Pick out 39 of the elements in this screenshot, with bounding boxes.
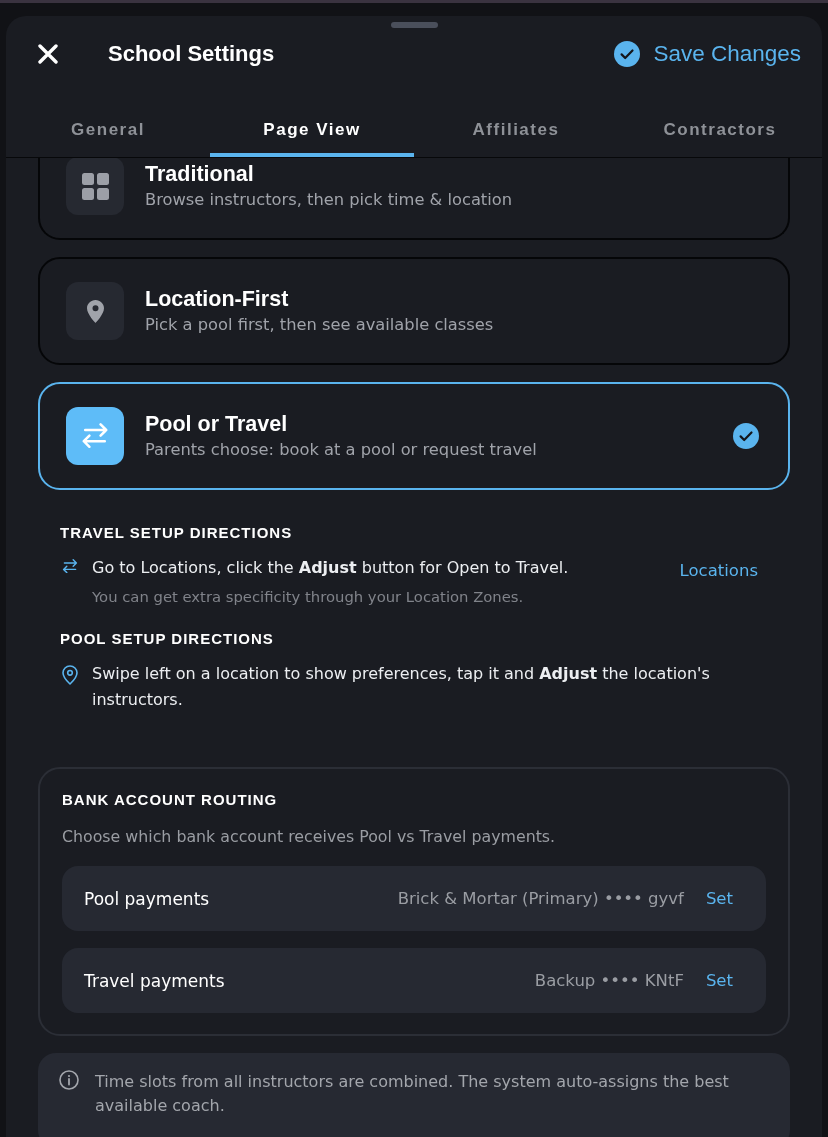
sheet-title: School Settings: [108, 41, 275, 67]
close-icon: [38, 44, 58, 64]
option-title: Pool or Travel: [145, 411, 289, 437]
account-text: Brick & Mortar (Primary) •••• gyvf: [397, 889, 684, 908]
option-title: Location-First: [145, 286, 290, 312]
map-pin-icon: [66, 282, 124, 340]
instruction-text: Swipe left on a location to show preferences, tap it and Adjust the location's instructors.: [92, 663, 711, 711]
locations-link[interactable]: Locations: [679, 560, 758, 582]
tab[interactable]: General: [6, 80, 210, 157]
view-option-card[interactable]: Pool or Travel Parents choose: book at a pool or request travel: [38, 382, 790, 490]
selected-check-icon: [733, 423, 759, 449]
drag-handle[interactable]: [390, 22, 438, 28]
tab[interactable]: Contractors: [618, 80, 822, 157]
info-icon: [59, 1070, 79, 1090]
save-button[interactable]: Save Changes: [614, 41, 801, 67]
grid-icon: [66, 158, 124, 215]
section-heading: TRAVEL SETUP DIRECTIONS: [60, 524, 294, 542]
view-option-card[interactable]: Location-First Pick a pool first, then see available classes: [38, 257, 790, 365]
account-text: Backup •••• KNtF: [534, 971, 684, 990]
option-description: Parents choose: book at a pool or request travel: [145, 439, 538, 461]
payment-label: Travel payments: [84, 970, 226, 991]
option-description: Pick a pool first, then see available classes: [145, 314, 495, 336]
section-heading: POOL SETUP DIRECTIONS: [60, 630, 275, 648]
swap-arrows-icon: [62, 559, 78, 574]
view-option-card[interactable]: Traditional Browse instructors, then pick time & location: [38, 158, 790, 240]
bank-description: Choose which bank account receives Pool vs Travel payments.: [62, 826, 557, 848]
payment-label: Pool payments: [84, 888, 211, 909]
swap-arrows-icon: [66, 407, 124, 465]
check-circle-icon: [614, 41, 641, 67]
info-text: Time slots from all instructors are combined. The system auto-assigns the best available coach.: [95, 1071, 730, 1117]
hint-text: You can get extra specificity through your Location Zones.: [92, 587, 525, 607]
tab[interactable]: Affiliates: [414, 80, 618, 157]
instruction-text: Go to Locations, click the Adjust button for Open to Travel.: [92, 557, 570, 579]
option-description: Browse instructors, then pick time & location: [145, 189, 514, 211]
set-button[interactable]: Set: [705, 971, 733, 990]
map-pin-icon: [62, 665, 78, 685]
set-button[interactable]: Set: [705, 889, 733, 908]
option-title: Traditional: [145, 161, 255, 187]
section-heading: BANK ACCOUNT ROUTING: [62, 791, 279, 809]
